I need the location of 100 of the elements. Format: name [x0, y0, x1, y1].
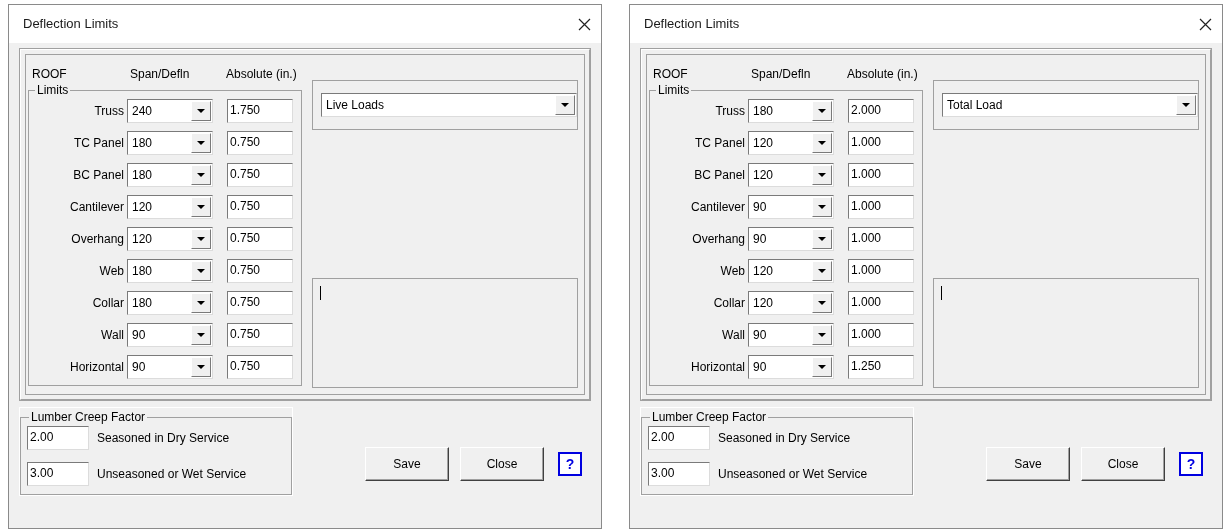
- dropdown[interactable]: 90: [748, 355, 834, 379]
- close-icon[interactable]: [1199, 17, 1212, 31]
- section-label: ROOF: [653, 66, 689, 81]
- caret-icon: [818, 333, 826, 337]
- input-field[interactable]: 1.000: [848, 131, 914, 155]
- dropdown[interactable]: 180: [127, 259, 213, 283]
- row-label: Overhang: [70, 231, 125, 248]
- input-field[interactable]: 1.000: [848, 163, 914, 187]
- dropdown[interactable]: 180: [127, 131, 213, 155]
- caret-icon: [197, 301, 205, 305]
- dropdown[interactable]: Total Load: [942, 93, 1198, 117]
- dropdown[interactable]: 90: [748, 195, 834, 219]
- row-label: Collar: [91, 295, 125, 312]
- text-cursor: [320, 286, 321, 300]
- caret-icon: [197, 365, 205, 369]
- dropdown[interactable]: 90: [748, 323, 834, 347]
- caret-icon: [818, 173, 826, 177]
- row-label: Horizontal: [68, 359, 125, 376]
- input-field[interactable]: 3.00: [648, 462, 710, 486]
- input-field[interactable]: 0.750: [227, 259, 293, 283]
- caret-icon: [197, 269, 205, 273]
- dropdown[interactable]: 90: [127, 355, 213, 379]
- row-label: Wall: [721, 327, 746, 344]
- dropdown[interactable]: 180: [127, 163, 213, 187]
- caret-icon: [197, 333, 205, 337]
- column-header: Span/Defln: [130, 66, 191, 81]
- input-field[interactable]: 1.000: [848, 195, 914, 219]
- close-button[interactable]: Close: [1081, 447, 1165, 481]
- dropdown[interactable]: 240: [127, 99, 213, 123]
- save-button[interactable]: Save: [986, 447, 1070, 481]
- caret-icon: [197, 141, 205, 145]
- input-field[interactable]: 2.000: [848, 99, 914, 123]
- dropdown[interactable]: 120: [748, 131, 834, 155]
- dropdown[interactable]: 90: [748, 227, 834, 251]
- caret-icon: [197, 109, 205, 113]
- row-label: Web: [719, 263, 746, 280]
- close-button[interactable]: Close: [460, 447, 544, 481]
- save-button[interactable]: Save: [365, 447, 449, 481]
- column-header: Absolute (in.): [847, 66, 918, 81]
- text-cursor: [941, 286, 942, 300]
- caret-icon: [561, 103, 569, 107]
- input-field[interactable]: 1.000: [848, 227, 914, 251]
- input-field[interactable]: 1.000: [848, 323, 914, 347]
- caret-icon: [197, 205, 205, 209]
- dropdown[interactable]: 120: [748, 259, 834, 283]
- caret-icon: [818, 237, 826, 241]
- input-field[interactable]: 0.750: [227, 291, 293, 315]
- row-label: Web: [98, 263, 125, 280]
- dropdown[interactable]: 180: [748, 99, 834, 123]
- dropdown[interactable]: 120: [748, 163, 834, 187]
- caret-icon: [197, 237, 205, 241]
- help-button[interactable]: ?: [1179, 452, 1203, 476]
- row-label: Cantilever: [689, 199, 746, 216]
- input-field[interactable]: 1.250: [848, 355, 914, 379]
- row-label: BC Panel: [693, 167, 746, 184]
- input-field[interactable]: 1.000: [848, 291, 914, 315]
- row-label: Collar: [712, 295, 746, 312]
- section-label: ROOF: [32, 66, 68, 81]
- field-label: Seasoned in Dry Service: [718, 430, 851, 447]
- group-label: Limits: [36, 82, 70, 99]
- field-label: Unseasoned or Wet Service: [97, 466, 247, 483]
- window-title: Deflection Limits: [23, 15, 119, 34]
- row-label: BC Panel: [72, 167, 125, 184]
- input-field[interactable]: 1.750: [227, 99, 293, 123]
- field-label: Unseasoned or Wet Service: [718, 466, 868, 483]
- dropdown[interactable]: 120: [127, 195, 213, 219]
- input-field[interactable]: 0.750: [227, 195, 293, 219]
- caret-icon: [1182, 103, 1190, 107]
- caret-icon: [818, 301, 826, 305]
- dropdown[interactable]: 120: [127, 227, 213, 251]
- group-label: Lumber Creep Factor: [651, 409, 768, 426]
- input-field[interactable]: 2.00: [648, 426, 710, 450]
- caret-icon: [818, 109, 826, 113]
- close-icon[interactable]: [578, 17, 591, 31]
- caret-icon: [818, 365, 826, 369]
- help-button[interactable]: ?: [558, 452, 582, 476]
- row-label: Cantilever: [68, 199, 125, 216]
- input-field[interactable]: 3.00: [27, 462, 89, 486]
- input-field[interactable]: 0.750: [227, 355, 293, 379]
- caret-icon: [818, 269, 826, 273]
- input-field[interactable]: 0.750: [227, 131, 293, 155]
- row-label: Truss: [93, 103, 125, 120]
- caret-icon: [818, 205, 826, 209]
- row-label: Truss: [714, 103, 746, 120]
- caret-icon: [818, 141, 826, 145]
- dropdown[interactable]: Live Loads: [321, 93, 577, 117]
- row-label: Overhang: [691, 231, 746, 248]
- input-field[interactable]: 0.750: [227, 163, 293, 187]
- dropdown[interactable]: 90: [127, 323, 213, 347]
- row-label: TC Panel: [72, 135, 125, 152]
- input-field[interactable]: 1.000: [848, 259, 914, 283]
- dropdown[interactable]: 120: [748, 291, 834, 315]
- caret-icon: [197, 173, 205, 177]
- input-field[interactable]: 2.00: [27, 426, 89, 450]
- input-field[interactable]: 0.750: [227, 323, 293, 347]
- group-label: Lumber Creep Factor: [30, 409, 147, 426]
- row-label: Wall: [100, 327, 125, 344]
- window-title: Deflection Limits: [644, 15, 740, 34]
- dropdown[interactable]: 180: [127, 291, 213, 315]
- input-field[interactable]: 0.750: [227, 227, 293, 251]
